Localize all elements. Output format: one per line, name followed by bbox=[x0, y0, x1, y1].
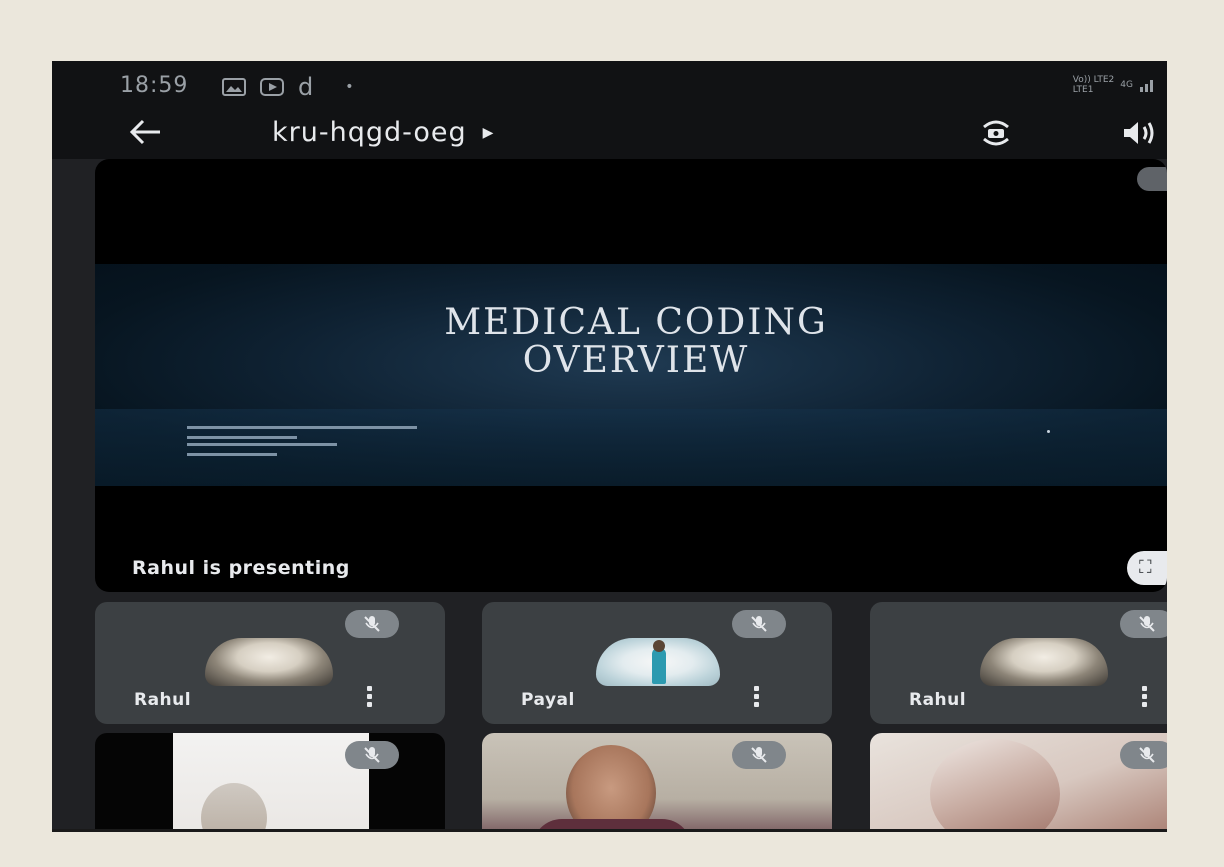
play-icon bbox=[260, 78, 284, 96]
meeting-code-text: kru-hqgd-oeg bbox=[272, 117, 467, 148]
slide-pointer-dot bbox=[1047, 430, 1050, 433]
slide-title: MEDICAL CODING OVERVIEW bbox=[95, 304, 1167, 380]
signal-strength-icon bbox=[1140, 80, 1153, 92]
mute-badge bbox=[345, 610, 399, 638]
more-options-icon[interactable] bbox=[752, 686, 762, 710]
status-time: 18:59 bbox=[120, 73, 189, 98]
participant-tile[interactable]: Rahul bbox=[870, 602, 1167, 724]
fullscreen-icon: ⛶ bbox=[1139, 557, 1152, 578]
speaker-icon[interactable] bbox=[1120, 117, 1160, 149]
more-options-icon[interactable] bbox=[1140, 686, 1150, 710]
video-tile[interactable] bbox=[482, 733, 832, 831]
gallery-icon bbox=[222, 78, 246, 96]
video-tile[interactable] bbox=[95, 733, 445, 831]
switch-camera-icon[interactable] bbox=[978, 117, 1014, 149]
status-bar: 18:59 d • Vo)) LTE2 LTE1 4G bbox=[52, 61, 1167, 109]
mic-off-icon bbox=[364, 747, 380, 763]
mic-off-icon bbox=[364, 616, 380, 632]
back-arrow-icon[interactable] bbox=[128, 117, 164, 147]
network-label-bottom: LTE1 bbox=[1072, 85, 1094, 95]
network-label-top: Vo)) LTE2 bbox=[1072, 75, 1115, 85]
mic-off-icon bbox=[1139, 616, 1155, 632]
participant-face bbox=[930, 739, 1060, 831]
participant-name: Payal bbox=[521, 690, 575, 710]
participant-face bbox=[201, 783, 267, 831]
fullscreen-button[interactable]: ⛶ bbox=[1127, 551, 1167, 585]
participant-name: Rahul bbox=[909, 690, 967, 710]
more-options-icon[interactable] bbox=[365, 686, 375, 710]
phone-screen: 18:59 d • Vo)) LTE2 LTE1 4G kru-hqgd-oeg… bbox=[52, 61, 1167, 831]
d-icon: d bbox=[298, 73, 314, 101]
status-notification-icons: d • bbox=[222, 73, 354, 101]
avatar bbox=[596, 638, 720, 686]
slide-author-block bbox=[187, 424, 427, 467]
mic-off-icon bbox=[751, 616, 767, 632]
mic-off-icon bbox=[1139, 747, 1155, 763]
video-feed bbox=[173, 733, 369, 831]
participant-tile[interactable]: Rahul bbox=[95, 602, 445, 724]
mute-badge bbox=[732, 610, 786, 638]
slide-title-line2: OVERVIEW bbox=[522, 340, 750, 381]
video-tile[interactable] bbox=[870, 733, 1167, 831]
mute-badge bbox=[1120, 741, 1167, 769]
mic-off-icon bbox=[751, 747, 767, 763]
mute-badge bbox=[345, 741, 399, 769]
chevron-right-icon: ▶ bbox=[482, 124, 495, 141]
signal-label: 4G bbox=[1120, 80, 1133, 90]
status-system-icons: Vo)) LTE2 LTE1 4G bbox=[1073, 75, 1155, 95]
dot-icon: • bbox=[345, 79, 354, 95]
app-bar: kru-hqgd-oeg ▶ bbox=[52, 109, 1167, 159]
avatar bbox=[205, 638, 333, 686]
slide-title-line1: MEDICAL CODING bbox=[444, 302, 828, 343]
slide-author-text bbox=[187, 426, 417, 456]
mute-badge bbox=[732, 741, 786, 769]
mute-badge bbox=[1137, 167, 1167, 191]
slide: MEDICAL CODING OVERVIEW bbox=[95, 264, 1167, 486]
avatar bbox=[980, 638, 1108, 686]
presentation-view[interactable]: MEDICAL CODING OVERVIEW Rahul is present… bbox=[95, 159, 1167, 592]
screenshot-bottom-border bbox=[52, 829, 1167, 832]
participant-tile[interactable]: Payal bbox=[482, 602, 832, 724]
participant-name: Rahul bbox=[134, 690, 192, 710]
meeting-code-button[interactable]: kru-hqgd-oeg ▶ bbox=[272, 117, 494, 148]
presenting-label: Rahul is presenting bbox=[132, 557, 350, 579]
mute-badge bbox=[1120, 610, 1167, 638]
